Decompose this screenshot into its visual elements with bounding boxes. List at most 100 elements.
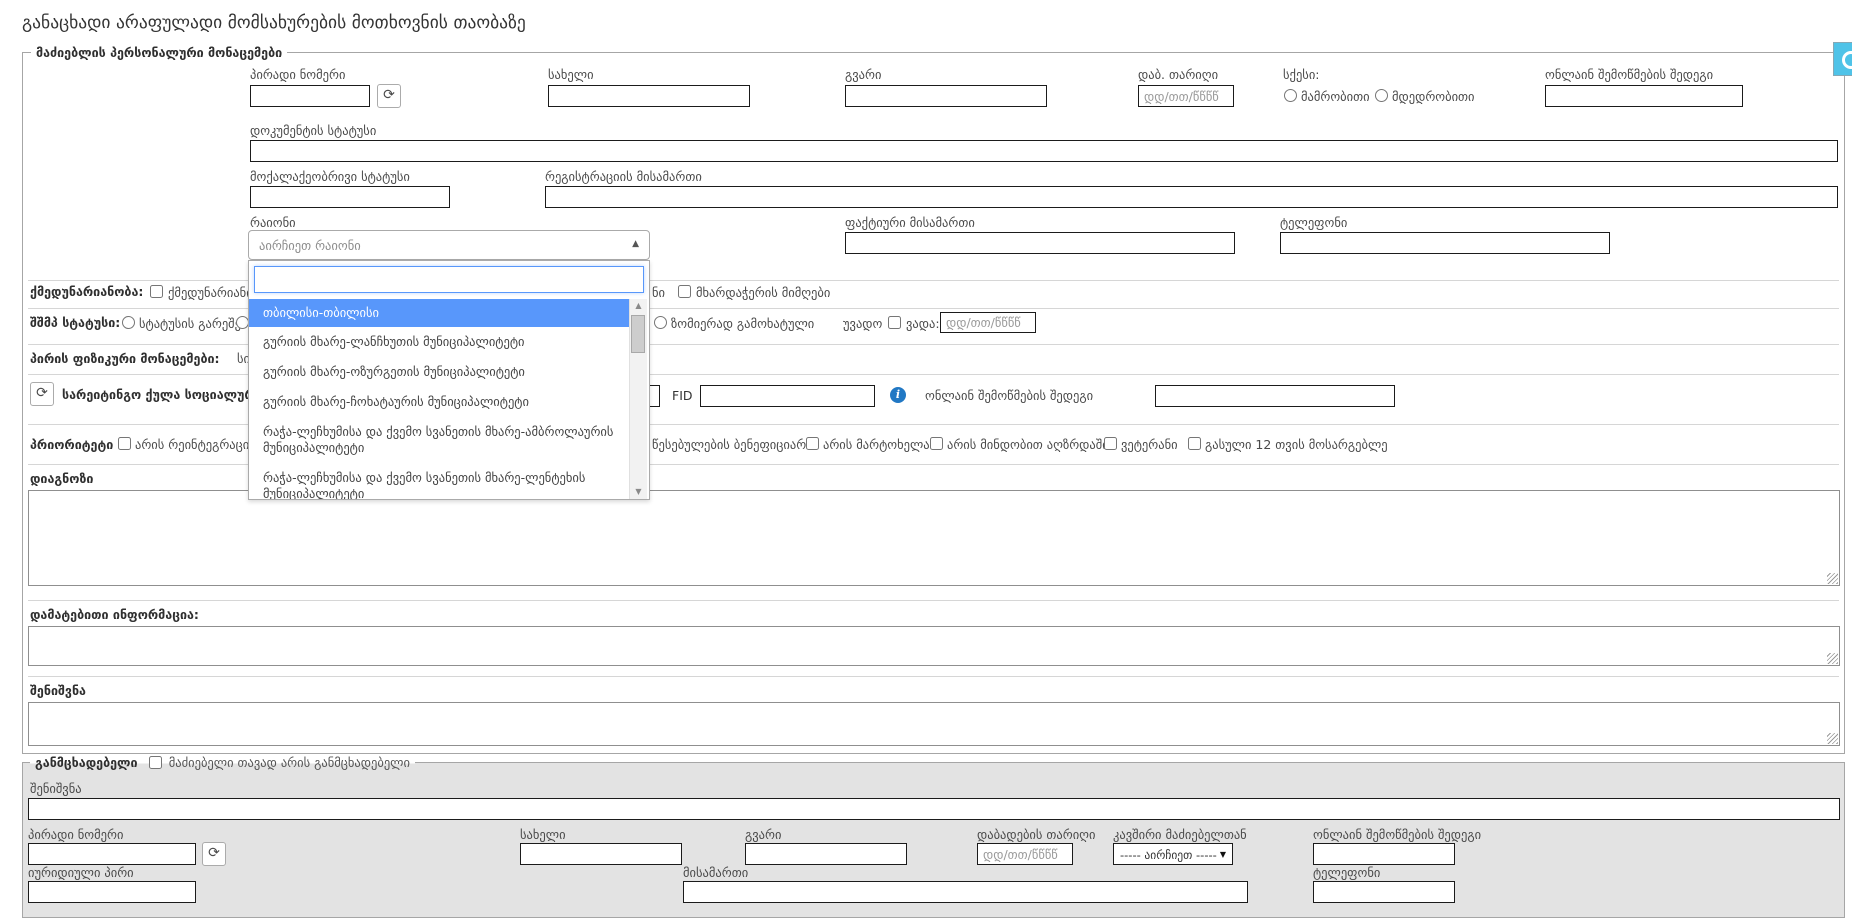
online-check-input[interactable] [1545, 85, 1743, 107]
note-textarea[interactable] [28, 702, 1840, 746]
priority-foster-checkbox[interactable] [930, 437, 943, 450]
document-status-label: დოკუმენტის სტატუსი [250, 124, 376, 138]
note-label: შენიშვნა [30, 684, 86, 698]
declarant-note-input[interactable] [28, 798, 1840, 820]
disability-none-radio[interactable] [122, 316, 135, 329]
priority-reintegration-checkbox[interactable] [118, 437, 131, 450]
priority-veteran-label: ვეტერანი [1121, 438, 1178, 452]
declarant-address-label: მისამართი [683, 866, 748, 880]
refresh-icon: ⟳ [208, 845, 220, 861]
citizen-status-label: მოქალაქეობრივი სტატუსი [250, 170, 410, 184]
declarant-online-check-label: ონლაინ შემოწმების შედეგი [1313, 828, 1481, 842]
declarant-last-name-input[interactable] [745, 843, 907, 865]
declarant-self-label: მაძიებელი თავად არის განმცხადებელი [169, 755, 410, 770]
additional-info-label: დამატებითი ინფორმაცია: [30, 608, 199, 622]
district-label: რაიონი [250, 216, 296, 230]
diagnosis-label: დიაგნოზი [30, 472, 93, 486]
rating-online-check-input[interactable] [1155, 385, 1395, 407]
district-option[interactable]: გურიის მხარე-ჩოხატაურის მუნიციპალიტეტი [249, 387, 629, 417]
sex-female-label: მდედრობითი [1392, 90, 1475, 104]
phone-input[interactable] [1280, 232, 1610, 254]
refresh-icon: ⟳ [36, 385, 48, 401]
disability-none-label: სტატუსის გარეშე [139, 317, 241, 331]
declarant-birth-date-label: დაბადების თარიღი [977, 828, 1095, 842]
district-search-input[interactable] [254, 266, 644, 293]
disability-moderate-radio[interactable] [654, 316, 667, 329]
declarant-legend-title: განმცხადებელი [35, 755, 138, 770]
declarant-address-input[interactable] [683, 881, 1248, 903]
district-option[interactable]: გურიის მხარე-ოზურგეთის მუნიციპალიტეტი [249, 357, 629, 387]
priority-12month-label: გასული 12 თვის მოსარგებლე [1205, 438, 1388, 452]
diagnosis-textarea[interactable] [28, 490, 1840, 586]
search-icon [1842, 51, 1852, 69]
priority-12month-checkbox[interactable] [1188, 437, 1201, 450]
document-status-input[interactable] [250, 140, 1838, 162]
rating-score-label: სარეიტინგო ქულა სოციალურად [62, 388, 272, 402]
scrollbar-down-icon[interactable]: ▼ [630, 485, 647, 499]
capacity-label: ქმედუნარიანობა: [30, 285, 143, 299]
district-option[interactable]: გურიის მხარე-ლანჩხუთის მუნიციპალიტეტი [249, 327, 629, 357]
phone-label: ტელეფონი [1280, 216, 1347, 230]
refresh-icon: ⟳ [383, 87, 395, 103]
priority-veteran-checkbox[interactable] [1104, 437, 1117, 450]
declarant-first-name-input[interactable] [520, 843, 682, 865]
declarant-last-name-label: გვარი [745, 828, 781, 842]
divider [28, 600, 1839, 601]
declarant-note-label: შენიშვნა [30, 782, 82, 796]
declarant-phone-label: ტელეფონი [1313, 866, 1380, 880]
disability-term-date-input[interactable] [940, 312, 1036, 333]
priority-foster-label: არის მინდობით აღზრდაში [947, 438, 1109, 452]
declarant-relation-value: ----- აირჩიეთ ----- [1120, 848, 1217, 862]
legal-person-label: იურიდიული პირი [28, 866, 134, 880]
refresh-declarant-button[interactable]: ⟳ [202, 842, 226, 866]
declarant-self-checkbox[interactable] [149, 756, 162, 769]
actual-address-label: ფაქტიური მისამართი [845, 216, 975, 230]
refresh-rating-button[interactable]: ⟳ [30, 382, 54, 406]
birth-date-input[interactable] [1138, 85, 1234, 107]
scrollbar-up-icon[interactable]: ▲ [630, 299, 647, 313]
capacity-hidden-label-tail: ნი [652, 286, 665, 300]
disability-termless-label: უვადო [843, 317, 882, 331]
page-title: განაცხადი არაფულადი მომსახურების მოთხოვნ… [22, 16, 526, 30]
personal-number-input[interactable] [250, 85, 370, 107]
priority-single-label: არის მარტოხელა [823, 438, 930, 452]
declarant-birth-date-input[interactable] [977, 843, 1073, 865]
sex-female-radio[interactable] [1375, 89, 1388, 102]
priority-label: პრიორიტეტი [30, 438, 113, 452]
disability-status-label: შშმპ სტატუსი: [30, 316, 120, 330]
declarant-phone-input[interactable] [1313, 881, 1455, 903]
legal-person-input[interactable] [28, 881, 196, 903]
additional-info-textarea[interactable] [28, 626, 1840, 666]
registration-address-input[interactable] [545, 186, 1838, 208]
declarant-personal-number-input[interactable] [28, 843, 196, 865]
last-name-input[interactable] [845, 85, 1047, 107]
info-icon: i [890, 387, 906, 403]
actual-address-input[interactable] [845, 232, 1235, 254]
district-option[interactable]: რაჭა-ლეჩხუმისა და ქვემო სვანეთის მხარე-ა… [249, 417, 629, 463]
district-option[interactable]: რაჭა-ლეჩხუმისა და ქვემო სვანეთის მხარე-ლ… [249, 463, 629, 499]
disability-moderate-label: ზომიერად გამოხატული [671, 317, 814, 331]
scrollbar[interactable]: ▲ ▼ [629, 299, 647, 499]
district-option[interactable]: თბილისი-თბილისი [249, 299, 629, 327]
priority-single-checkbox[interactable] [806, 437, 819, 450]
declarant-online-check-input[interactable] [1313, 843, 1455, 865]
application-form-page: განაცხადი არაფულადი მომსახურების მოთხოვნ… [0, 0, 1852, 924]
registration-address-label: რეგისტრაციის მისამართი [545, 170, 702, 184]
capacity-capable-checkbox[interactable] [150, 285, 163, 298]
refresh-personal-number-button[interactable]: ⟳ [377, 84, 401, 108]
first-name-input[interactable] [548, 85, 750, 107]
declarant-relation-label: კავშირი მაძიებელთან [1113, 828, 1247, 842]
sex-male-radio[interactable] [1284, 89, 1297, 102]
physical-data-label: პირის ფიზიკური მონაცემები: [30, 352, 220, 366]
search-button[interactable] [1833, 42, 1852, 76]
capacity-support-checkbox[interactable] [678, 285, 691, 298]
last-name-label: გვარი [845, 68, 881, 82]
disability-termless-checkbox[interactable] [888, 316, 901, 329]
district-options-list: თბილისი-თბილისი გურიის მხარე-ლანჩხუთის მ… [249, 299, 629, 499]
fid-input[interactable] [700, 385, 875, 407]
citizen-status-input[interactable] [250, 186, 450, 208]
sex-male-label: მამრობითი [1301, 90, 1370, 104]
declarant-relation-select[interactable]: ----- აირჩიეთ ----- ▼ [1113, 843, 1233, 865]
scrollbar-thumb[interactable] [631, 315, 645, 353]
district-select[interactable]: აირჩიეთ რაიონი ▲ [248, 230, 650, 260]
